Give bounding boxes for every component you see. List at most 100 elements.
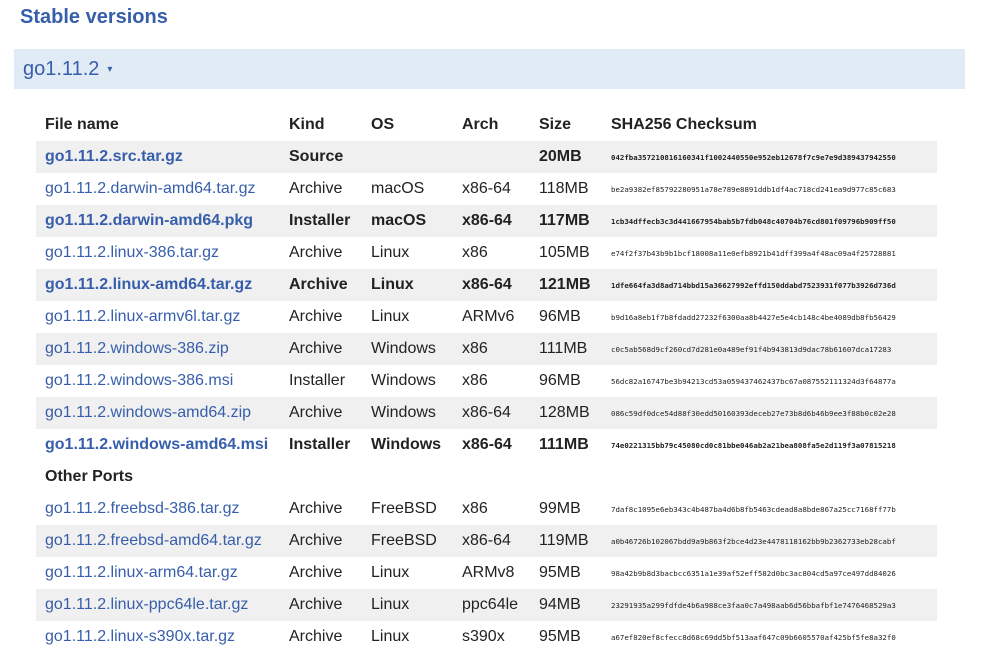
kind-cell: Archive [280, 525, 362, 557]
arch-cell: ARMv8 [462, 564, 515, 581]
download-link[interactable]: go1.11.2.darwin-amd64.pkg [45, 212, 253, 229]
download-link[interactable]: go1.11.2.linux-amd64.tar.gz [45, 276, 252, 293]
file-name-cell: go1.11.2.windows-386.zip [36, 333, 280, 365]
arch-cell: x86 [462, 244, 488, 261]
os-cell [362, 141, 453, 173]
file-name-cell: go1.11.2.linux-amd64.tar.gz [36, 269, 280, 301]
arch-cell: x86-64 [453, 525, 530, 557]
kind-cell: Archive [289, 244, 343, 261]
os-cell: macOS [362, 205, 453, 237]
kind-cell: Installer [289, 372, 346, 389]
download-link[interactable]: go1.11.2.src.tar.gz [45, 148, 183, 165]
arch-cell: ARMv6 [462, 308, 515, 325]
kind-cell: Archive [280, 589, 362, 621]
table-row: go1.11.2.windows-amd64.zip Archive Windows… [36, 397, 937, 429]
file-name-cell: go1.11.2.darwin-amd64.tar.gz [36, 173, 280, 205]
checksum-cell: a67ef820ef8cfecc8d68c69dd5bf513aaf647c09… [611, 632, 896, 642]
os-cell: Linux [371, 244, 410, 261]
kind-cell: Archive [280, 333, 362, 365]
kind-cell: Archive [289, 628, 343, 645]
download-link[interactable]: go1.11.2.linux-ppc64le.tar.gz [45, 596, 248, 613]
download-link[interactable]: go1.11.2.windows-386.zip [45, 340, 229, 357]
size-cell: 119MB [530, 525, 602, 557]
table-row: go1.11.2.linux-amd64.tar.gz Archive Linux x… [36, 269, 937, 301]
checksum-cell: 98a42b9b8d3bacbcc6351a1e39af52eff582d0bc… [611, 568, 896, 578]
download-link[interactable]: go1.11.2.linux-arm64.tar.gz [45, 564, 238, 581]
file-name-cell: go1.11.2.linux-arm64.tar.gz [36, 557, 280, 589]
col-header-size: Size [539, 116, 572, 133]
size-cell: 96MB [539, 308, 581, 325]
file-name-cell: go1.11.2.freebsd-386.tar.gz [36, 493, 280, 525]
size-cell: 95MB [539, 564, 581, 581]
checksum-cell: c0c5ab568d9cf260cd7d281e0a489ef91f4b9438… [602, 333, 937, 365]
table-row: go1.11.2.windows-386.msi Installer Windows… [36, 365, 937, 397]
caret-down-icon: ▾ [107, 64, 113, 75]
table-row: go1.11.2.windows-386.zip Archive Windows x8… [36, 333, 937, 365]
col-header-arch: Arch [462, 116, 499, 133]
download-link[interactable]: go1.11.2.darwin-amd64.tar.gz [45, 180, 256, 197]
checksum-cell: 7daf8c1095e6eb343c4b487ba4d6b8fb5463cdea… [611, 504, 896, 514]
table-row: go1.11.2.darwin-amd64.tar.gz Archive macOS… [36, 173, 937, 205]
os-cell: Windows [362, 333, 453, 365]
arch-cell: x86-64 [462, 180, 511, 197]
file-name-cell: go1.11.2.freebsd-amd64.tar.gz [36, 525, 280, 557]
col-header-os: OS [371, 116, 395, 133]
kind-cell: Source [280, 141, 362, 173]
checksum-cell: be2a9382ef85792280951a78e789e8891ddb1df4… [611, 184, 896, 194]
arch-cell: s390x [462, 628, 505, 645]
table-row: go1.11.2.src.tar.gz Source 20MB 042fba35721… [36, 141, 937, 173]
arch-cell: x86 [462, 500, 488, 517]
file-name-cell: go1.11.2.linux-s390x.tar.gz [36, 621, 280, 653]
file-name-cell: go1.11.2.linux-386.tar.gz [36, 237, 280, 269]
checksum-cell: b9d16a8eb1f7b8fdadd27232f6300aa8b4427e5e… [611, 312, 896, 322]
download-link[interactable]: go1.11.2.windows-amd64.msi [45, 436, 268, 453]
table-row: go1.11.2.freebsd-amd64.tar.gz Archive Free… [36, 525, 937, 557]
checksum-cell: 1dfe664fa3d8ad714bbd15a36627992effd150dd… [602, 269, 937, 301]
os-cell: Linux [371, 308, 410, 325]
download-link[interactable]: go1.11.2.freebsd-386.tar.gz [45, 500, 240, 517]
arch-cell: x86-64 [453, 269, 530, 301]
table-row: go1.11.2.windows-amd64.msi Installer Windo… [36, 429, 937, 461]
checksum-cell: 1cb34dffecb3c3d441667954bab5b7fdb048c407… [602, 205, 937, 237]
os-cell: Linux [371, 564, 410, 581]
size-cell: 94MB [530, 589, 602, 621]
arch-cell: x86-64 [462, 436, 512, 453]
version-label: go1.11.2 [23, 58, 100, 80]
size-cell: 117MB [530, 205, 602, 237]
table-header-row: File name Kind OS Arch Size SHA256 Check… [36, 109, 937, 141]
download-link[interactable]: go1.11.2.freebsd-amd64.tar.gz [45, 532, 262, 549]
download-link[interactable]: go1.11.2.linux-armv6l.tar.gz [45, 308, 240, 325]
download-link[interactable]: go1.11.2.linux-s390x.tar.gz [45, 628, 235, 645]
checksum-cell: 74e0221315bb79c45080cd0c81bbe046ab2a21be… [611, 440, 896, 450]
checksum-cell: e74f2f37b43b9b1bcf18008a11e0efb8921b41df… [611, 248, 896, 258]
col-header-file: File name [45, 116, 119, 133]
table-row: go1.11.2.freebsd-386.tar.gz Archive FreeBS… [36, 493, 937, 525]
downloads-table: File name Kind OS Arch Size SHA256 Check… [36, 109, 937, 653]
table-row: go1.11.2.linux-arm64.tar.gz Archive Linux A… [36, 557, 937, 589]
os-cell: Linux [362, 589, 453, 621]
table-row: go1.11.2.linux-armv6l.tar.gz Archive Linux… [36, 301, 937, 333]
section-label: Other Ports [36, 461, 937, 493]
table-row: go1.11.2.linux-386.tar.gz Archive Linux x86… [36, 237, 937, 269]
download-link[interactable]: go1.11.2.windows-amd64.zip [45, 404, 251, 421]
arch-cell [453, 141, 530, 173]
size-cell: 96MB [539, 372, 581, 389]
size-cell: 128MB [530, 397, 602, 429]
download-link[interactable]: go1.11.2.linux-386.tar.gz [45, 244, 219, 261]
kind-cell: Archive [289, 180, 343, 197]
size-cell: 99MB [539, 500, 581, 517]
version-toggle[interactable]: go1.11.2 ▾ [23, 58, 112, 81]
arch-cell: x86 [453, 333, 530, 365]
kind-cell: Archive [289, 500, 343, 517]
version-header: go1.11.2 ▾ [14, 49, 965, 89]
col-header-sum: SHA256 Checksum [611, 116, 757, 133]
arch-cell: x86-64 [453, 205, 530, 237]
section-row-other-ports: Other Ports [36, 461, 937, 493]
size-cell: 121MB [530, 269, 602, 301]
checksum-cell: 042fba357210816160341f1002440550e952eb12… [602, 141, 937, 173]
file-name-cell: go1.11.2.linux-ppc64le.tar.gz [36, 589, 280, 621]
os-cell: Windows [371, 436, 442, 453]
file-name-cell: go1.11.2.darwin-amd64.pkg [36, 205, 280, 237]
download-link[interactable]: go1.11.2.windows-386.msi [45, 372, 233, 389]
kind-cell: Archive [289, 308, 343, 325]
